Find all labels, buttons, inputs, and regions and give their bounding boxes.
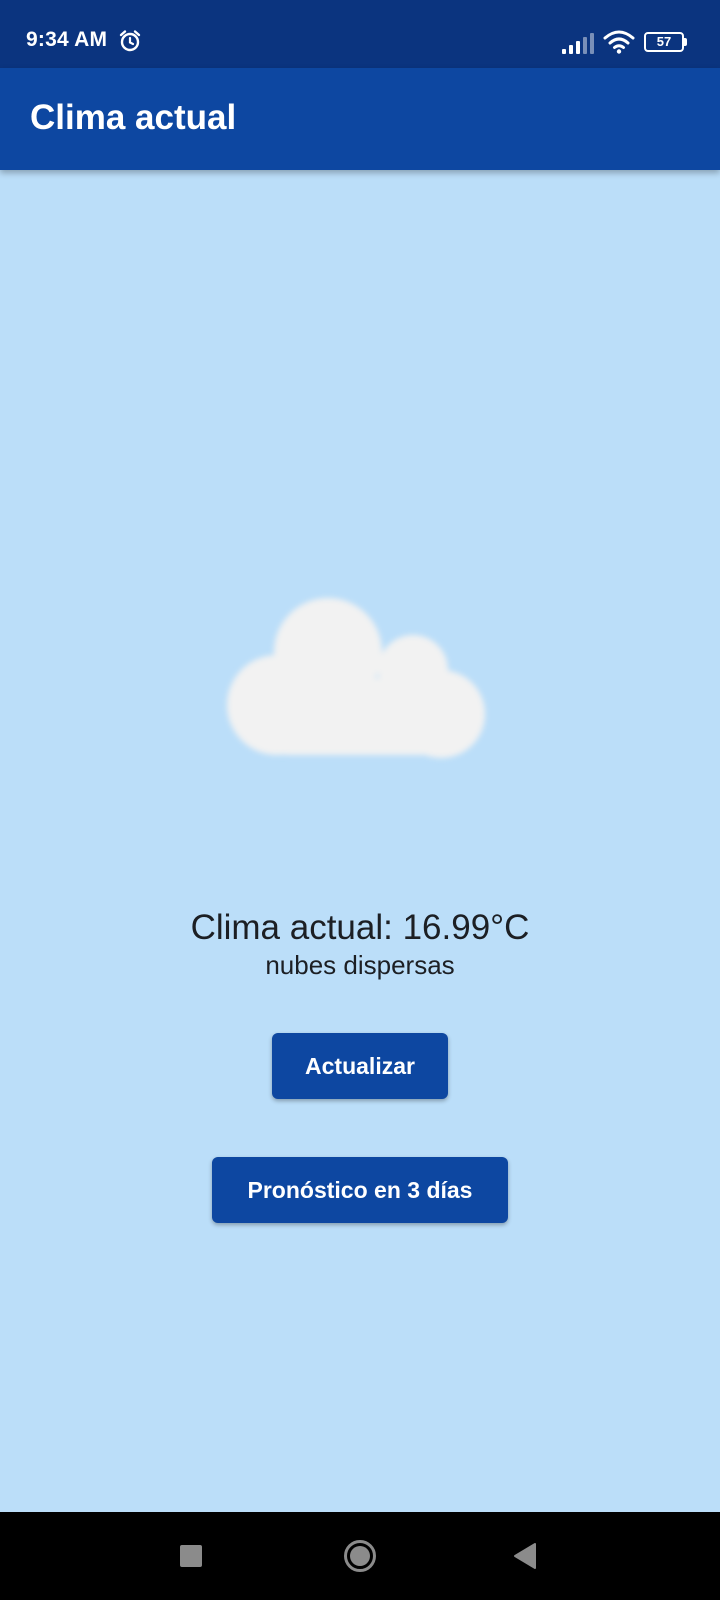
- battery-level: 57: [656, 34, 672, 49]
- current-temperature: Clima actual: 16.99°C: [190, 908, 530, 947]
- forecast-button[interactable]: Pronóstico en 3 días: [212, 1157, 508, 1223]
- app-title: Clima actual: [30, 98, 237, 137]
- home-icon[interactable]: [343, 1539, 377, 1573]
- wifi-icon: [603, 30, 635, 54]
- status-bar: 9:34 AM 57: [0, 0, 720, 68]
- cloud-icon: [200, 570, 520, 790]
- recents-icon[interactable]: [180, 1545, 202, 1567]
- battery-icon: 57: [644, 32, 687, 52]
- navigation-bar: [0, 1512, 720, 1600]
- weather-screen: 9:34 AM 57 Clima actual Clima actual: 16…: [0, 0, 720, 1600]
- battery-tip: [684, 38, 687, 46]
- status-time: 9:34 AM: [26, 28, 108, 51]
- cell-signal-icon: [562, 33, 594, 54]
- refresh-button[interactable]: Actualizar: [272, 1033, 448, 1099]
- app-bar: Clima actual: [0, 68, 720, 170]
- weather-description: nubes dispersas: [265, 950, 455, 980]
- alarm-icon: [119, 30, 141, 52]
- back-icon[interactable]: [512, 1542, 538, 1570]
